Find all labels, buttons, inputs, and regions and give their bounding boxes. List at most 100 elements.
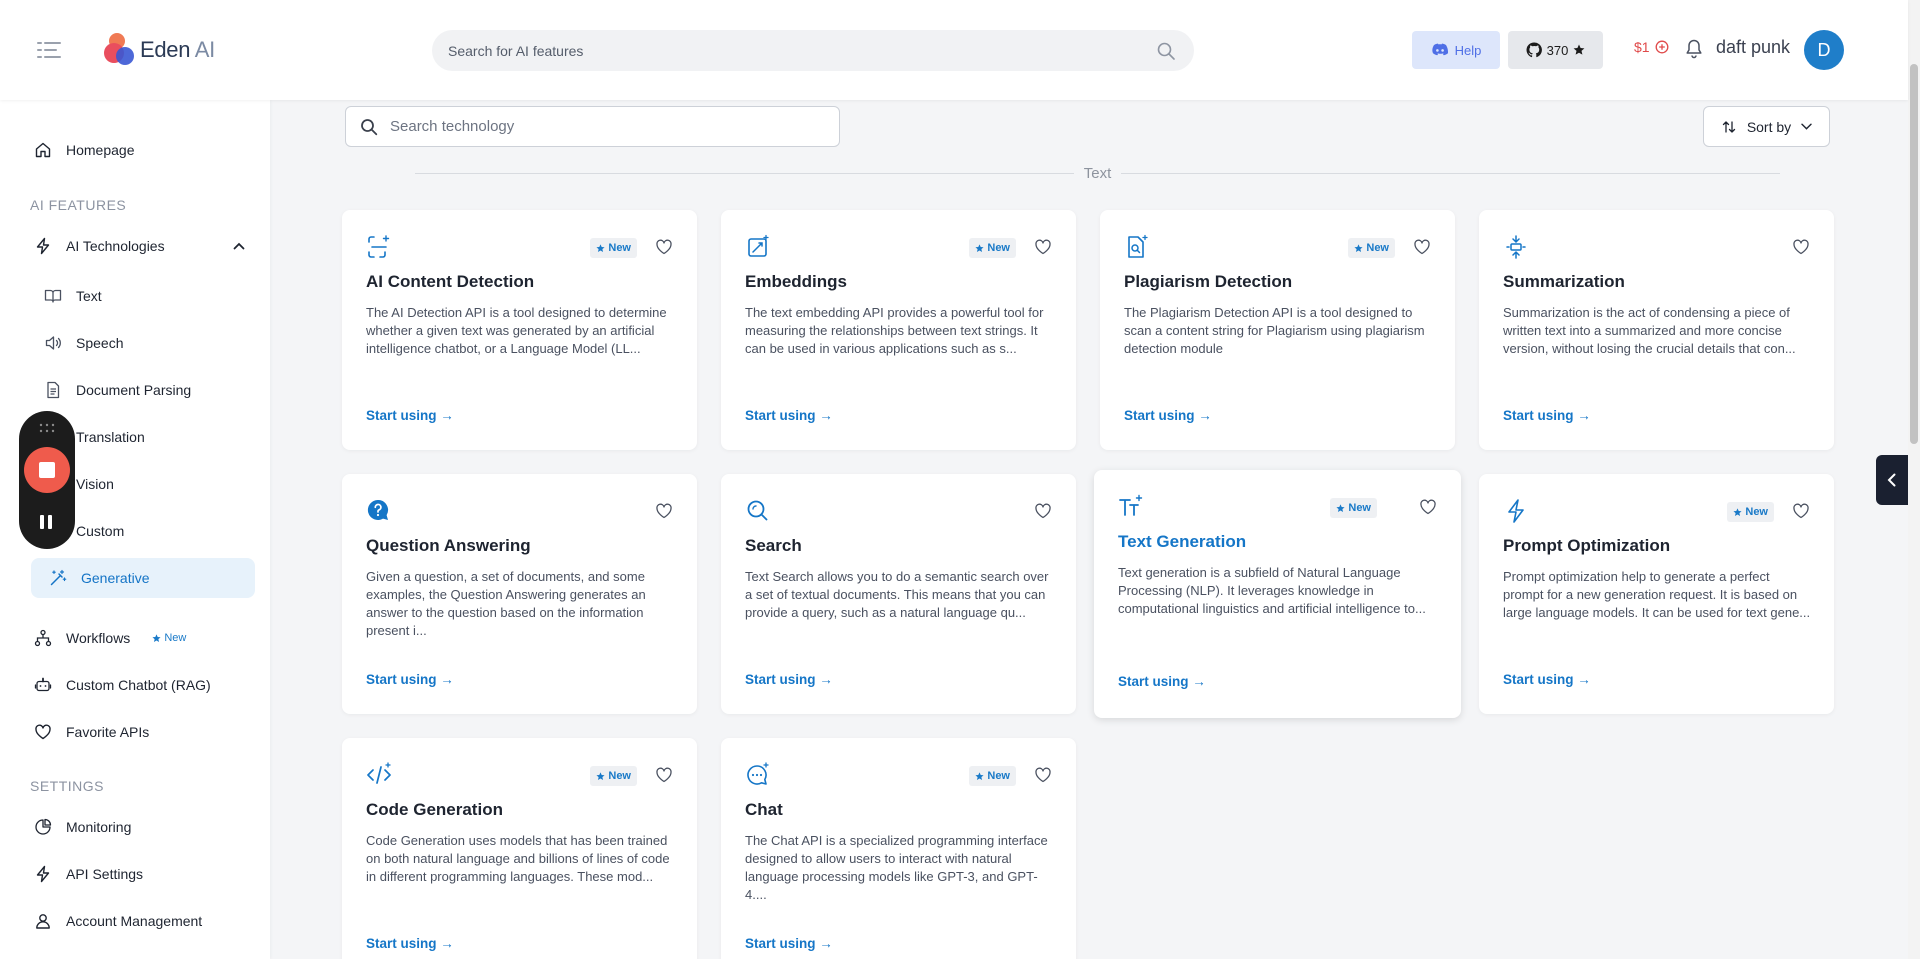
- star-icon: [596, 771, 605, 780]
- sidebar-item-generative[interactable]: Generative: [31, 558, 255, 598]
- star-icon: [1573, 44, 1585, 55]
- sidebar-item-label: Translation: [76, 429, 145, 445]
- sidebar-item-monitoring[interactable]: Monitoring: [30, 807, 255, 847]
- card-title[interactable]: Search: [745, 536, 802, 556]
- start-using-link[interactable]: Start using →: [1503, 408, 1591, 423]
- favorite-heart-icon[interactable]: [1413, 238, 1431, 256]
- star-icon: [152, 633, 161, 642]
- start-using-link[interactable]: Start using →: [1124, 408, 1212, 423]
- start-using-link[interactable]: Start using →: [745, 672, 833, 687]
- favorite-heart-icon[interactable]: [1792, 502, 1810, 520]
- book-icon: [44, 289, 62, 303]
- sidebar-item-label: Generative: [81, 570, 150, 586]
- logo-name: Eden: [140, 37, 191, 62]
- favorite-heart-icon[interactable]: [655, 502, 673, 520]
- card-title[interactable]: Chat: [745, 800, 783, 820]
- collapse-panel-button[interactable]: [1876, 455, 1908, 505]
- sidebar-item-favorite-apis[interactable]: Favorite APIs: [30, 712, 255, 752]
- technology-card[interactable]: New Embeddings The text embedding API prov…: [721, 210, 1076, 450]
- favorite-heart-icon[interactable]: [1419, 498, 1437, 516]
- stop-recording-button[interactable]: [24, 447, 70, 493]
- technology-card[interactable]: Question Answering Given a question, a se…: [342, 474, 697, 714]
- card-title[interactable]: Summarization: [1503, 272, 1625, 292]
- sidebar-item-account-management[interactable]: Account Management: [30, 901, 255, 941]
- technology-card[interactable]: New Code Generation Code Generation uses m…: [342, 738, 697, 959]
- card-title[interactable]: Plagiarism Detection: [1124, 272, 1292, 292]
- new-badge: New: [969, 238, 1016, 258]
- speaker-icon: [45, 336, 61, 350]
- card-description: Summarization is the act of condensing a…: [1503, 305, 1796, 356]
- technology-card[interactable]: Search Text Search allows you to do a sem…: [721, 474, 1076, 714]
- discord-icon: [1431, 43, 1448, 56]
- technology-search-input[interactable]: [390, 118, 825, 135]
- card-title[interactable]: Question Answering: [366, 536, 531, 556]
- menu-icon[interactable]: [36, 38, 62, 62]
- text-generation-icon: [1119, 494, 1143, 516]
- credit-balance[interactable]: $1: [1634, 39, 1669, 55]
- feature-search-bar: [432, 30, 1194, 71]
- help-label: Help: [1454, 42, 1482, 58]
- technology-card[interactable]: New Chat The Chat API is a specialized pro…: [721, 738, 1076, 959]
- start-using-link[interactable]: Start using →: [745, 936, 833, 951]
- sidebar-item-text[interactable]: Text: [40, 276, 255, 316]
- chat-icon: [747, 762, 769, 785]
- card-title[interactable]: Code Generation: [366, 800, 503, 820]
- technology-card[interactable]: Summarization Summarization is the act of…: [1479, 210, 1834, 450]
- favorite-heart-icon[interactable]: [1034, 502, 1052, 520]
- section-label-settings: SETTINGS: [30, 778, 105, 794]
- card-title[interactable]: Prompt Optimization: [1503, 536, 1670, 556]
- section-divider: Text: [415, 163, 1781, 183]
- help-button[interactable]: Help: [1412, 31, 1500, 69]
- sidebar-item-ai-technologies[interactable]: AI Technologies: [30, 226, 255, 266]
- sidebar-item-label: Monitoring: [66, 819, 132, 835]
- code-generation-icon: [367, 762, 391, 784]
- avatar[interactable]: D: [1804, 30, 1844, 70]
- add-credit-icon[interactable]: [1655, 40, 1669, 54]
- favorite-heart-icon[interactable]: [1034, 766, 1052, 784]
- scrollbar-thumb[interactable]: [1910, 64, 1918, 444]
- star-icon: [1354, 243, 1363, 252]
- start-using-link[interactable]: Start using →: [366, 936, 454, 951]
- logo[interactable]: Eden AI: [104, 32, 215, 68]
- prompt-optimization-icon: [1508, 499, 1524, 523]
- start-using-link[interactable]: Start using →: [366, 408, 454, 423]
- start-using-link[interactable]: Start using →: [745, 408, 833, 423]
- favorite-heart-icon[interactable]: [1034, 238, 1052, 256]
- favorite-heart-icon[interactable]: [655, 238, 673, 256]
- pause-button[interactable]: [40, 515, 52, 529]
- sidebar-item-document-parsing[interactable]: Document Parsing: [40, 370, 255, 410]
- sidebar-item-custom-chatbot[interactable]: Custom Chatbot (RAG): [30, 665, 255, 705]
- technology-card[interactable]: New Prompt Optimization Prompt optimizatio…: [1479, 474, 1834, 714]
- sidebar-item-homepage[interactable]: Homepage: [30, 130, 255, 170]
- card-title[interactable]: AI Content Detection: [366, 272, 534, 292]
- sidebar-item-workflows[interactable]: Workflows New: [30, 618, 255, 658]
- favorite-heart-icon[interactable]: [1792, 238, 1810, 256]
- start-using-link[interactable]: Start using →: [366, 672, 454, 687]
- github-stars-button[interactable]: 370: [1508, 31, 1603, 69]
- chart-icon: [35, 818, 52, 835]
- sidebar-item-speech[interactable]: Speech: [40, 323, 255, 363]
- credit-amount: $1: [1634, 39, 1650, 55]
- username[interactable]: daft punk: [1716, 37, 1790, 58]
- sort-icon: [1722, 120, 1735, 133]
- card-title[interactable]: Text Generation: [1118, 532, 1246, 552]
- sort-button[interactable]: Sort by: [1703, 106, 1830, 147]
- card-title[interactable]: Embeddings: [745, 272, 847, 292]
- card-description: The Plagiarism Detection API is a tool d…: [1124, 305, 1425, 356]
- chevron-up-icon[interactable]: [233, 242, 245, 250]
- card-description: The Chat API is a specialized programmin…: [745, 833, 1048, 902]
- drag-handle-icon[interactable]: [39, 423, 55, 433]
- sidebar-item-label: Homepage: [66, 142, 135, 158]
- start-using-link[interactable]: Start using →: [1503, 672, 1591, 687]
- search-icon[interactable]: [1156, 41, 1176, 61]
- technology-card[interactable]: New Text Generation Text generation is a s…: [1094, 470, 1461, 718]
- bell-icon[interactable]: [1684, 38, 1704, 60]
- technology-card[interactable]: New Plagiarism Detection The Plagiarism De…: [1100, 210, 1455, 450]
- technology-card[interactable]: New AI Content Detection The AI Detection …: [342, 210, 697, 450]
- favorite-heart-icon[interactable]: [655, 766, 673, 784]
- sidebar-item-label: Account Management: [66, 913, 203, 929]
- sidebar-item-api-settings[interactable]: API Settings: [30, 854, 255, 894]
- star-icon: [1733, 507, 1742, 516]
- feature-search-input[interactable]: [448, 42, 1156, 59]
- start-using-link[interactable]: Start using →: [1118, 674, 1206, 689]
